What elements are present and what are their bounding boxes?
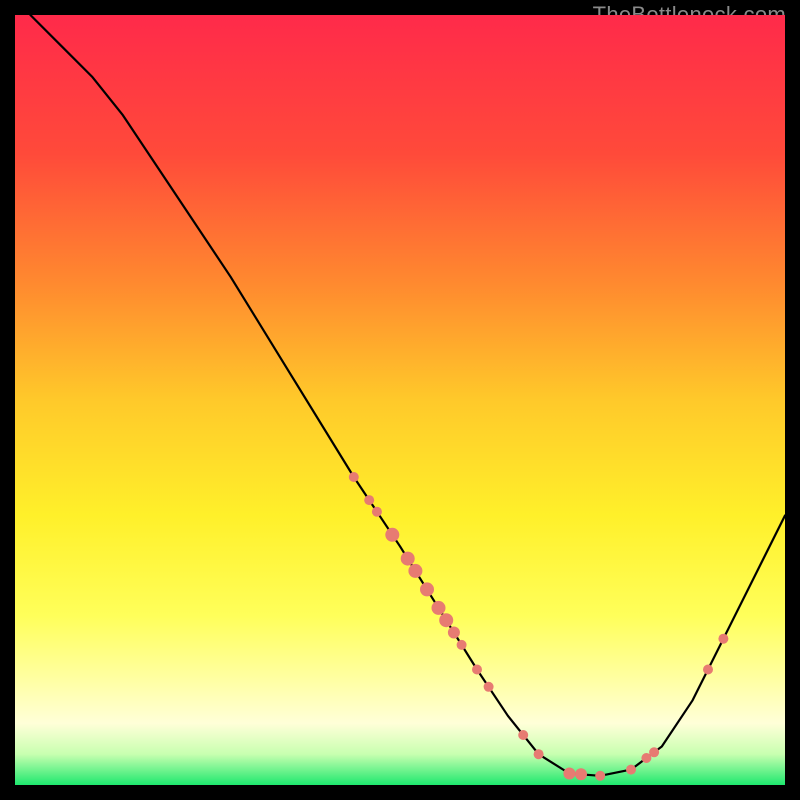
data-point	[575, 768, 587, 780]
data-point	[563, 768, 575, 780]
data-point	[484, 682, 494, 692]
data-point	[518, 730, 528, 740]
plot-area	[15, 15, 785, 785]
data-point	[364, 495, 374, 505]
data-point	[457, 640, 467, 650]
data-point	[595, 771, 605, 781]
data-point	[472, 665, 482, 675]
data-point	[649, 747, 659, 757]
data-point	[718, 634, 728, 644]
data-point	[703, 665, 713, 675]
data-point	[385, 528, 399, 542]
data-point	[420, 582, 434, 596]
data-point	[408, 564, 422, 578]
data-point	[432, 601, 446, 615]
chart-container: TheBottleneck.com	[0, 0, 800, 800]
data-point	[439, 613, 453, 627]
data-point	[448, 627, 460, 639]
data-point	[372, 507, 382, 517]
data-point	[349, 472, 359, 482]
chart-svg	[15, 15, 785, 785]
data-point	[534, 749, 544, 759]
data-point	[626, 765, 636, 775]
data-point	[401, 552, 415, 566]
